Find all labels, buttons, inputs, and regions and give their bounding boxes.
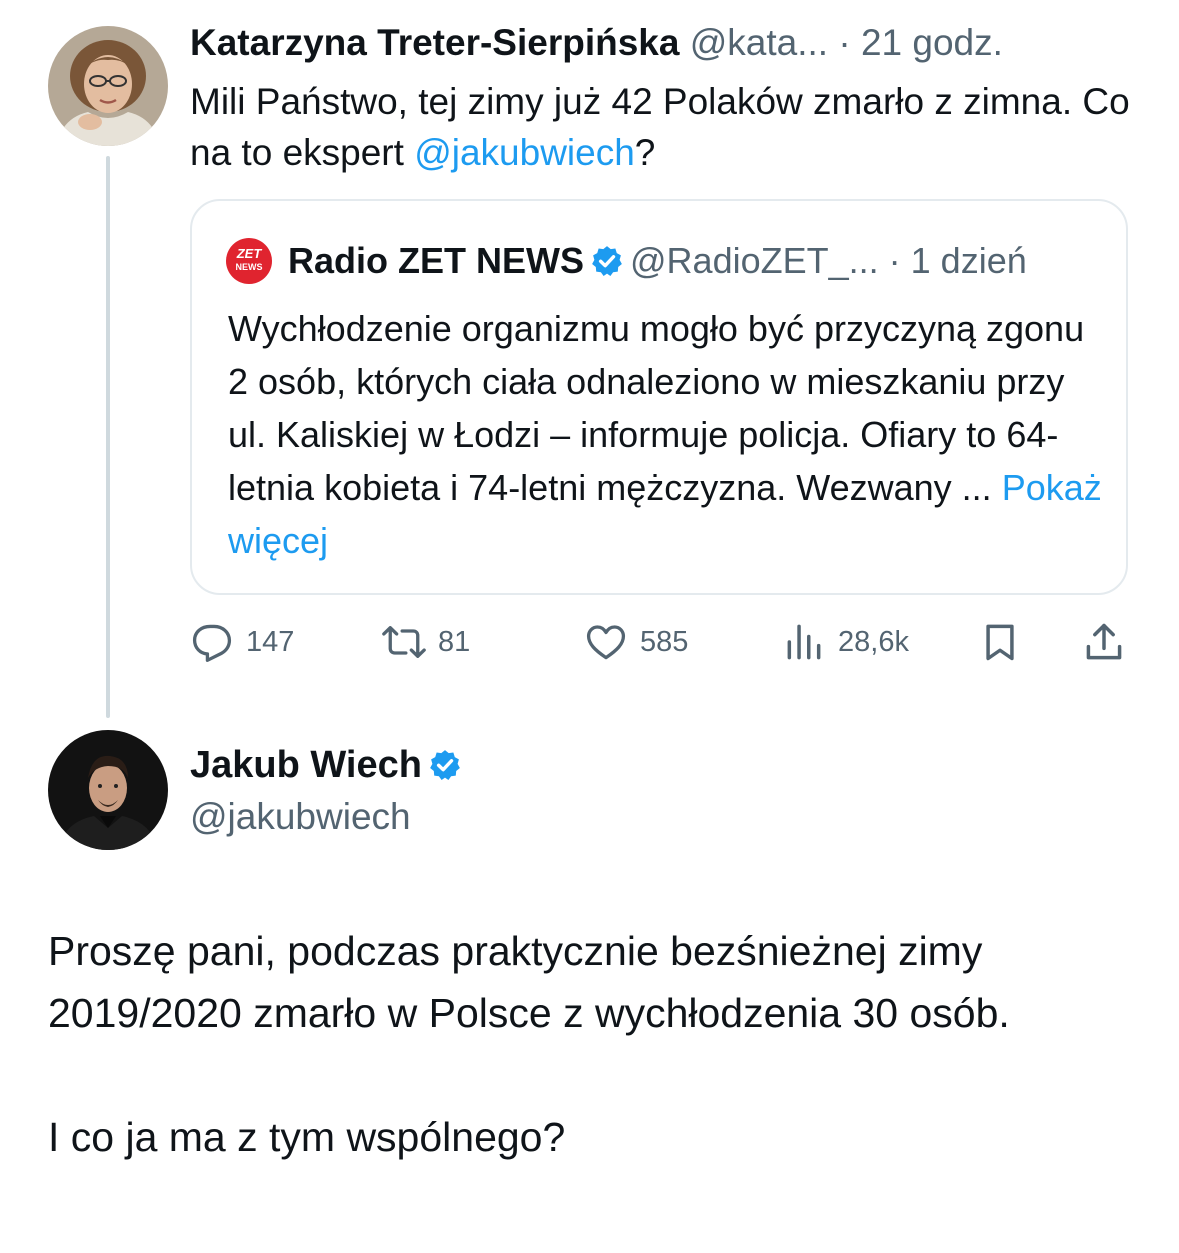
avatar[interactable] — [48, 26, 168, 146]
views-icon — [787, 624, 821, 660]
reply-paragraph-1: Proszę pani, podczas praktycznie bezśnie… — [48, 928, 1010, 1036]
share-button[interactable] — [1082, 620, 1126, 664]
radio-zet-logo-icon[interactable]: ZET NEWS — [226, 238, 272, 284]
like-icon — [586, 625, 626, 660]
separator: · — [888, 240, 901, 281]
logo-text-top: ZET — [236, 246, 262, 261]
timestamp[interactable]: 21 godz. — [861, 22, 1003, 63]
reply-tweet-text: Proszę pani, podczas praktycznie bezśnie… — [48, 920, 1148, 1168]
profile-photo-man-icon — [48, 730, 168, 850]
quoted-author-handle[interactable]: @RadioZET_... — [630, 240, 879, 281]
retweet-icon — [382, 626, 426, 658]
quoted-tweet-card[interactable]: ZET NEWS Radio ZET NEWS @RadioZET_... · … — [190, 199, 1128, 595]
retweet-button[interactable]: 81 — [382, 620, 470, 664]
tweet-header: Katarzyna Treter-Sierpińska @kata... · 2… — [190, 20, 1003, 66]
retweet-count: 81 — [438, 625, 471, 658]
author-handle[interactable]: @kata... — [690, 22, 828, 63]
bookmark-button[interactable] — [978, 620, 1022, 664]
tweet-text-before: Mili Państwo, tej zimy już 42 Polaków zm… — [190, 81, 1130, 173]
tweet-text: Mili Państwo, tej zimy już 42 Polaków zm… — [190, 76, 1130, 178]
views-button[interactable]: 28,6k — [782, 620, 909, 664]
like-button[interactable]: 585 — [584, 620, 688, 664]
reply-button[interactable]: 147 — [190, 620, 294, 664]
bookmark-icon — [986, 624, 1014, 661]
views-count: 28,6k — [838, 625, 909, 658]
share-icon — [1086, 623, 1122, 660]
avatar[interactable] — [48, 730, 168, 850]
reply-count: 147 — [246, 625, 295, 658]
reply-author-name-text[interactable]: Jakub Wiech — [190, 744, 422, 786]
like-count: 585 — [640, 625, 689, 658]
reply-paragraph-2: I co ja ma z tym wspólnego? — [48, 1114, 566, 1160]
separator: · — [838, 22, 851, 63]
reply-author-handle[interactable]: @jakubwiech — [190, 794, 411, 840]
quoted-timestamp[interactable]: 1 dzień — [911, 240, 1027, 281]
quoted-tweet-header: Radio ZET NEWS @RadioZET_... · 1 dzień — [288, 239, 1027, 283]
reply-icon — [192, 624, 232, 662]
logo-text-bottom: NEWS — [235, 262, 263, 272]
author-name[interactable]: Katarzyna Treter-Sierpińska — [190, 22, 679, 63]
tweet-text-after: ? — [634, 132, 656, 173]
thread-line — [106, 156, 110, 718]
profile-photo-woman-icon — [48, 26, 168, 146]
verified-badge-icon — [430, 750, 460, 781]
verified-badge-icon — [592, 246, 622, 277]
quoted-text-body: Wychłodzenie organizmu mogło być przyczy… — [228, 308, 1085, 508]
quoted-author-name[interactable]: Radio ZET NEWS — [288, 240, 584, 281]
mention-link[interactable]: @jakubwiech — [414, 132, 635, 173]
quoted-tweet-text: Wychłodzenie organizmu mogło być przyczy… — [228, 302, 1108, 567]
reply-author-name: Jakub Wiech — [190, 742, 468, 788]
tweet-action-bar: 147 81 585 28,6k — [190, 620, 1130, 664]
